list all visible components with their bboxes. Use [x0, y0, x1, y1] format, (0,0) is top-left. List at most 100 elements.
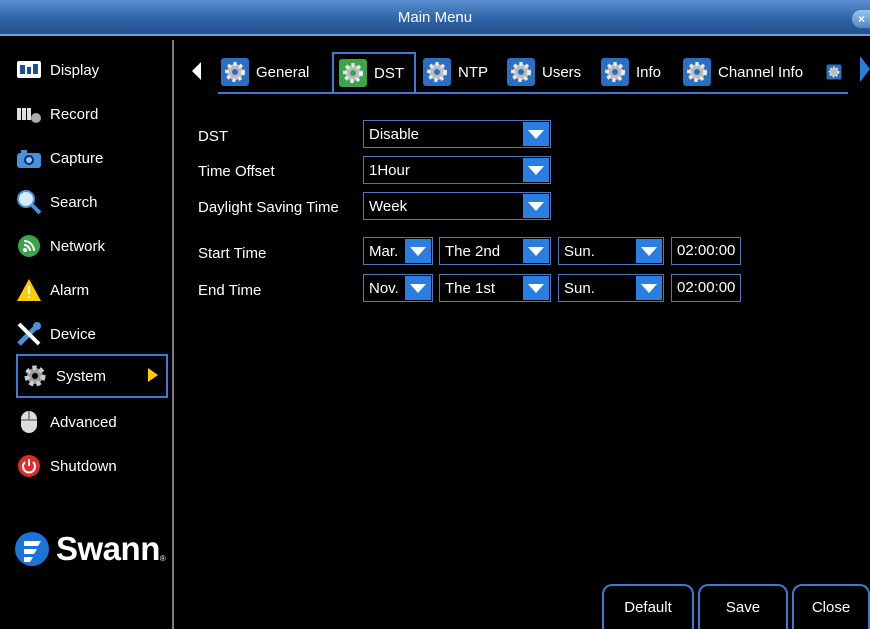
logo-text: Swann [56, 530, 160, 567]
time-offset-select[interactable]: 1Hour [363, 156, 551, 184]
tab-ntp[interactable]: NTP [422, 52, 488, 92]
tab-bar: General DST NTP Users Info Channel Info [186, 50, 870, 92]
tab-partial[interactable] [826, 52, 848, 92]
sidebar-item-label: Network [50, 237, 106, 255]
start-time-label: Start Time [198, 245, 267, 262]
arrow-right-icon [148, 368, 158, 382]
gear-icon [601, 58, 629, 86]
sidebar-item-capture[interactable]: Capture [16, 138, 168, 178]
alarm-icon [16, 277, 42, 303]
chevron-down-icon [523, 194, 549, 218]
tab-label: Channel Info [718, 63, 804, 81]
tab-label: Info [636, 63, 662, 81]
tab-label: NTP [458, 63, 488, 81]
start-month-value: Mar. [369, 242, 399, 260]
sidebar-item-record[interactable]: Record [16, 94, 168, 134]
gear-icon [683, 58, 711, 86]
swann-logo-icon [15, 532, 49, 566]
dst-mode-value: Week [369, 197, 408, 215]
device-icon [16, 321, 42, 347]
sidebar-item-alarm[interactable]: Alarm [16, 270, 168, 310]
start-week-value: The 2nd [445, 242, 501, 260]
tab-label: General [256, 63, 310, 81]
tab-label: Users [542, 63, 582, 81]
sidebar-item-network[interactable]: Network [16, 226, 168, 266]
sidebar-divider [172, 40, 174, 629]
chevron-down-icon [523, 158, 549, 182]
end-day-value: Sun. [564, 279, 595, 297]
gear-icon [221, 58, 249, 86]
tab-dst[interactable]: DST [332, 52, 416, 92]
window-title: Main Menu [397, 9, 473, 26]
chevron-down-icon [636, 276, 662, 300]
dst-value: Disable [369, 125, 420, 143]
sidebar-item-system[interactable]: System [16, 354, 168, 398]
network-icon [16, 233, 42, 259]
tab-scroll-left-icon[interactable] [192, 62, 201, 80]
sidebar-item-search[interactable]: Search [16, 182, 168, 222]
sidebar-item-label: Advanced [50, 413, 117, 431]
start-day-select[interactable]: Sun. [558, 237, 664, 265]
power-icon [16, 453, 42, 479]
sidebar-item-label: System [56, 367, 107, 385]
tab-users[interactable]: Users [506, 52, 581, 92]
start-month-select[interactable]: Mar. [363, 237, 433, 265]
end-month-select[interactable]: Nov. [363, 274, 433, 302]
sidebar-item-advanced[interactable]: Advanced [16, 402, 168, 442]
save-button[interactable]: Save [698, 584, 788, 629]
sidebar-item-label: Shutdown [50, 457, 117, 475]
default-button[interactable]: Default [602, 584, 694, 629]
chevron-down-icon [405, 239, 431, 263]
chevron-down-icon [636, 239, 662, 263]
record-icon [16, 101, 42, 127]
swann-logo: Swann ® [14, 530, 166, 568]
end-time-input[interactable]: 02:00:00 [671, 274, 741, 302]
dst-mode-label: Daylight Saving Time [198, 199, 339, 216]
chevron-down-icon [523, 122, 549, 146]
close-icon[interactable]: × [852, 10, 870, 28]
end-time-label: End Time [198, 282, 262, 299]
time-offset-value: 1Hour [369, 161, 410, 179]
dst-mode-select[interactable]: Week [363, 192, 551, 220]
search-icon [16, 189, 42, 215]
gear-icon [339, 59, 367, 87]
tab-label: DST [374, 64, 404, 82]
gear-icon [423, 58, 451, 86]
sidebar-item-label: Capture [50, 149, 104, 167]
sidebar-item-label: Display [50, 61, 100, 79]
end-week-value: The 1st [445, 279, 496, 297]
tab-info[interactable]: Info [600, 52, 661, 92]
gear-icon [826, 64, 842, 80]
close-button[interactable]: Close [792, 584, 870, 629]
time-offset-label: Time Offset [198, 163, 275, 180]
display-icon [16, 57, 42, 83]
mouse-icon [16, 409, 42, 435]
start-time-input[interactable]: 02:00:00 [671, 237, 741, 265]
tab-scroll-right-icon[interactable] [860, 56, 870, 82]
sidebar-item-display[interactable]: Display [16, 50, 168, 90]
chevron-down-icon [405, 276, 431, 300]
dst-label: DST [198, 128, 228, 145]
registered-mark: ® [159, 553, 166, 563]
end-day-select[interactable]: Sun. [558, 274, 664, 302]
start-day-value: Sun. [564, 242, 595, 260]
sidebar-item-device[interactable]: Device [16, 314, 168, 354]
sidebar-item-label: Device [50, 325, 96, 343]
gear-icon [22, 363, 48, 389]
dst-select[interactable]: Disable [363, 120, 551, 148]
chevron-down-icon [523, 239, 549, 263]
tab-underline [218, 92, 848, 94]
camera-icon [16, 145, 42, 171]
tab-channel-info[interactable]: Channel Info [682, 52, 803, 92]
title-bar: Main Menu × [0, 0, 870, 36]
sidebar-item-label: Alarm [50, 281, 90, 299]
start-week-select[interactable]: The 2nd [439, 237, 551, 265]
gear-icon [507, 58, 535, 86]
end-month-value: Nov. [369, 279, 399, 297]
tab-general[interactable]: General [220, 52, 309, 92]
chevron-down-icon [523, 276, 549, 300]
sidebar-item-label: Record [50, 105, 99, 123]
sidebar-item-label: Search [50, 193, 98, 211]
end-week-select[interactable]: The 1st [439, 274, 551, 302]
sidebar-item-shutdown[interactable]: Shutdown [16, 446, 168, 486]
